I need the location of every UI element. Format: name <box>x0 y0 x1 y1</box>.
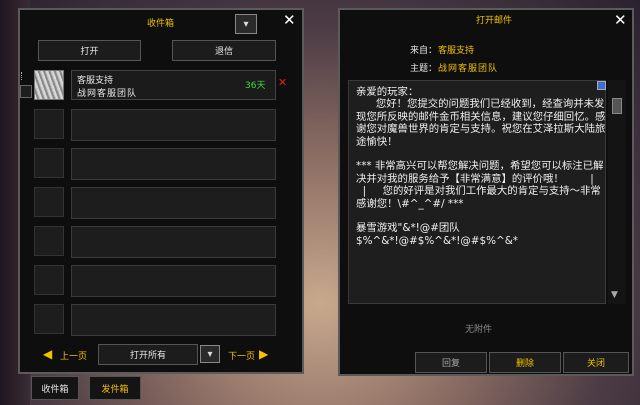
open-all-button[interactable]: 打开所有 <box>98 344 198 365</box>
arrow-right-icon[interactable]: ▶ <box>259 347 268 361</box>
chevron-down-icon: ▾ <box>207 348 213 360</box>
mail-days-left: 36天 <box>245 81 266 91</box>
empty-slot <box>71 304 276 336</box>
subject-value: 战网客服团队 <box>438 64 499 74</box>
arrow-left-icon[interactable]: ◀ <box>43 347 52 361</box>
close-icon: ✕ <box>283 11 296 29</box>
close-icon: ✕ <box>614 11 627 29</box>
open-all-dropdown[interactable]: ▾ <box>200 345 220 363</box>
scroll-thumb[interactable] <box>612 98 622 114</box>
chevron-down-icon: ▾ <box>243 18 249 30</box>
empty-slot <box>71 187 276 219</box>
mail-body-text: 亲爱的玩家： 您好！您提交的问题我们已经收到，经查询并未发现您所反映的邮件金币相… <box>356 86 606 247</box>
no-attachment-label: 无附件 <box>465 325 493 335</box>
scroll-down-icon[interactable]: ▼ <box>611 290 618 300</box>
inbox-title: 收件箱 <box>147 19 175 29</box>
tab-inbox[interactable]: 收件箱 <box>31 376 79 400</box>
subject-label: 主题： <box>410 64 438 74</box>
mail-select-checkbox[interactable] <box>20 85 32 98</box>
empty-slot-icon <box>34 109 64 139</box>
empty-slot-icon <box>34 304 64 334</box>
delete-button[interactable]: 删除 <box>489 352 561 373</box>
mail-subject: 战网客服团队 <box>77 89 138 99</box>
empty-slot-icon <box>34 148 64 178</box>
empty-slot <box>71 226 276 258</box>
tab-sent[interactable]: 发件箱 <box>89 376 141 400</box>
mail-item-icon[interactable] <box>34 70 64 100</box>
inbox-close-button[interactable]: ✕ <box>283 13 296 28</box>
next-page-link[interactable]: 下一页 <box>228 349 255 362</box>
drag-handle <box>21 72 25 80</box>
empty-slot-icon <box>34 265 64 295</box>
return-button[interactable]: 退信 <box>172 40 276 61</box>
empty-slot <box>71 109 276 141</box>
delete-mail-icon[interactable]: ✕ <box>278 76 287 89</box>
empty-slot-icon <box>34 187 64 217</box>
empty-slot-icon <box>34 226 64 256</box>
open-button[interactable]: 打开 <box>38 40 141 61</box>
empty-slot <box>71 265 276 297</box>
reply-button[interactable]: 回复 <box>415 352 487 373</box>
mail-sender: 客服支持 <box>77 76 114 86</box>
inbox-filter-dropdown[interactable]: ▾ <box>235 14 257 34</box>
from-value: 客服支持 <box>438 46 475 56</box>
close-mail-button[interactable]: 关闭 <box>563 352 629 373</box>
from-label: 来自： <box>410 46 438 56</box>
empty-slot <box>71 148 276 180</box>
open-mail-title: 打开邮件 <box>476 16 513 26</box>
open-mail-close-button[interactable]: ✕ <box>614 13 627 28</box>
prev-page-link[interactable]: 上一页 <box>60 349 87 362</box>
